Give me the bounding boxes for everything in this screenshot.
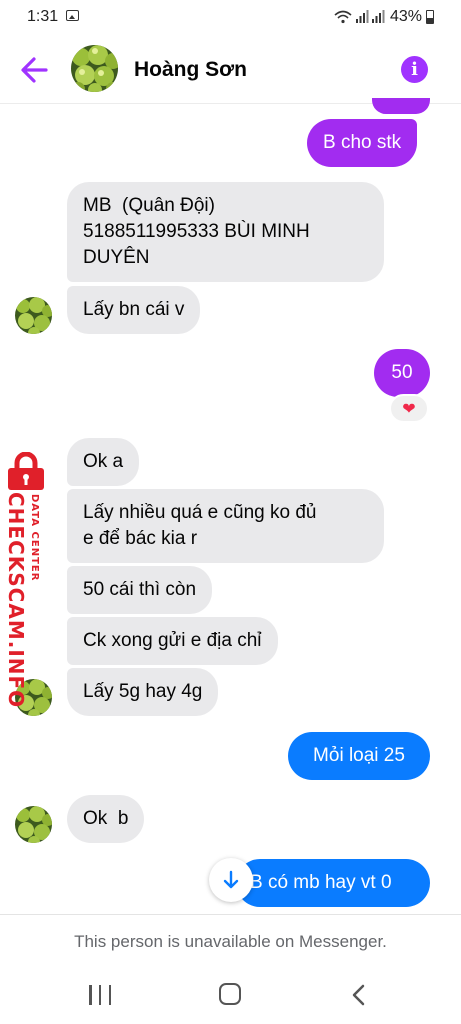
reaction-badge[interactable]: ❤ <box>389 394 429 423</box>
message-text: Ck xong gửi e địa chỉ <box>83 630 262 651</box>
status-time: 1:31 <box>27 8 59 25</box>
picture-icon <box>66 10 79 21</box>
message-bubble-incoming[interactable]: 50 cái thì còn <box>67 566 213 614</box>
message-bubble-incoming[interactable]: Ok a <box>67 438 140 486</box>
message-bubble-partial <box>372 98 430 114</box>
message-text: B cho stk <box>323 132 402 153</box>
message-bubble-incoming[interactable]: MB (Quân Đội) 5188511995333 BÙI MINH DUY… <box>67 182 384 282</box>
message-text: B có mb hay vt 0 <box>250 872 392 893</box>
message-text: Ok b <box>83 808 129 829</box>
watermark-brand-text: CHECKSCAM.INFO <box>4 492 28 709</box>
battery-percent: 43% <box>389 8 422 25</box>
sender-avatar[interactable] <box>15 806 52 843</box>
message-bubble-incoming[interactable]: Ok b <box>67 795 145 843</box>
android-nav-bar <box>0 970 461 1024</box>
wifi-icon <box>334 10 352 24</box>
message-bubble-outgoing[interactable]: B cho stk <box>307 119 418 167</box>
message-bubble-incoming[interactable]: Lấy nhiều quá e cũng ko đủ e để bác kia … <box>67 489 384 563</box>
battery-icon <box>426 10 434 24</box>
lock-icon <box>8 452 44 490</box>
arrow-down-icon <box>223 870 239 889</box>
recent-apps-icon[interactable] <box>89 985 111 1005</box>
sender-avatar[interactable] <box>15 297 52 334</box>
message-bubble-outgoing[interactable]: Mỏi loại 25 <box>288 732 430 780</box>
message-text: Lấy nhiều quá e cũng ko đủ e để bác kia … <box>83 502 317 549</box>
message-text: MB (Quân Đội) 5188511995333 BÙI MINH DUY… <box>83 195 310 268</box>
signal-icon <box>355 10 385 23</box>
watermark-subtitle: DATA CENTER <box>28 494 42 584</box>
contact-name[interactable]: Hoàng Sơn <box>134 58 247 82</box>
back-arrow-icon[interactable] <box>18 53 54 87</box>
message-bubble-incoming[interactable]: Ck xong gửi e địa chỉ <box>67 617 278 665</box>
message-bubble-incoming[interactable]: Lấy bn cái v <box>67 286 201 334</box>
message-text: Ok a <box>83 451 124 472</box>
status-bar: 1:31 43% <box>0 0 461 36</box>
message-bubble-outgoing[interactable]: 50 <box>374 349 430 397</box>
message-text: Lấy bn cái v <box>83 299 185 320</box>
scroll-to-bottom-button[interactable] <box>209 858 253 902</box>
info-icon[interactable]: i <box>401 56 428 83</box>
home-icon[interactable] <box>219 983 241 1005</box>
message-text: 50 <box>391 362 413 383</box>
chat-header: Hoàng Sơn i <box>0 36 461 104</box>
nav-back-icon[interactable] <box>350 984 368 1006</box>
heart-icon: ❤ <box>402 400 416 418</box>
message-text: Mỏi loại 25 <box>313 745 405 766</box>
message-bubble-incoming[interactable]: Lấy 5g hay 4g <box>67 668 219 716</box>
watermark-subtitle-text: DATA CENTER <box>29 494 40 582</box>
message-text: Lấy 5g hay 4g <box>83 681 203 702</box>
message-bubble-outgoing[interactable]: B có mb hay vt 0 <box>236 859 430 907</box>
watermark-brand: CHECKSCAM.INFO <box>0 492 28 708</box>
contact-avatar[interactable] <box>71 45 118 92</box>
message-text: 50 cái thì còn <box>83 579 197 600</box>
status-right: 43% <box>334 8 434 26</box>
unavailable-notice: This person is unavailable on Messenger. <box>0 914 461 970</box>
